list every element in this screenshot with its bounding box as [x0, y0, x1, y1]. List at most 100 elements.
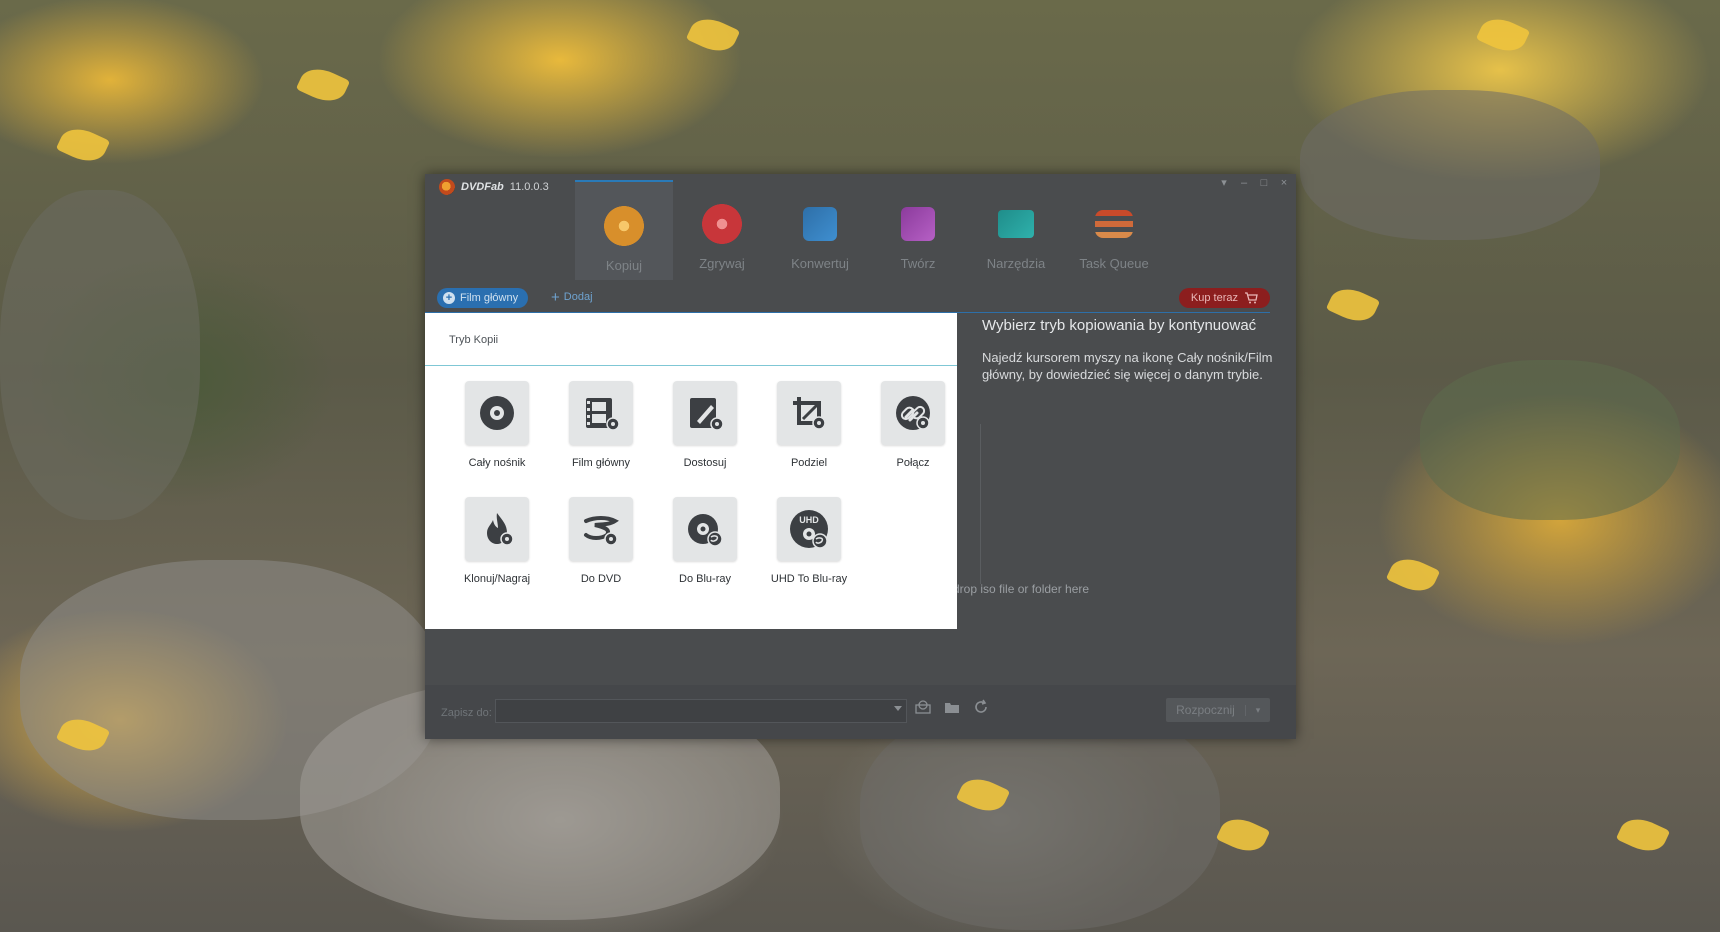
mode-to-bluray[interactable]: Do Blu-ray	[653, 497, 757, 585]
plus-icon: +	[551, 288, 560, 306]
cart-icon	[1245, 292, 1258, 304]
start-label: Rozpocznij	[1176, 703, 1235, 717]
tab-task-queue[interactable]: Task Queue	[1065, 180, 1163, 278]
chevron-down-icon[interactable]: ▾	[1245, 704, 1270, 716]
mode-label: Do DVD	[580, 573, 622, 585]
copy-mode-popup: Tryb Kopii Cały nośnik Film główny Dosto…	[425, 313, 957, 629]
split-icon	[777, 381, 841, 445]
mode-label: Dostosuj	[683, 457, 727, 469]
tools-folder-icon	[998, 210, 1034, 238]
wallpaper-leaf	[1325, 281, 1381, 329]
info-heading: Wybierz tryb kopiowania by kontynuować	[982, 317, 1257, 334]
dvdfab-window: DVDFab 11.0.0.3 ▾ – □ × Kopiuj Zgrywaj K…	[425, 174, 1296, 739]
copy-disc-icon	[604, 206, 644, 246]
tab-label: Task Queue	[1079, 256, 1149, 271]
tab-narzedzia[interactable]: Narzędzia	[967, 180, 1065, 278]
clone-burn-icon	[465, 497, 529, 561]
wallpaper-leaf	[1615, 811, 1671, 859]
mode-merge[interactable]: Połącz	[861, 381, 965, 469]
mode-label: Cały nośnik	[468, 457, 526, 469]
tab-label: Twórz	[900, 256, 936, 271]
mode-label: UHD To Blu-ray	[770, 573, 848, 585]
tab-konwertuj[interactable]: Konwertuj	[771, 180, 869, 278]
mode-customize[interactable]: Dostosuj	[653, 381, 757, 469]
dvdfab-logo-icon	[439, 179, 455, 195]
chevron-down-icon	[894, 706, 902, 711]
mode-to-dvd[interactable]: Do DVD	[549, 497, 653, 585]
to-bluray-icon	[673, 497, 737, 561]
wallpaper-leaf	[1385, 551, 1441, 599]
tab-tworz[interactable]: Twórz	[869, 180, 967, 278]
rip-disc-icon	[702, 204, 742, 244]
convert-film-icon	[803, 207, 837, 241]
sub-toolbar: + Film główny + Dodaj Kup teraz	[425, 286, 1296, 312]
tab-label: Narzędzia	[986, 256, 1046, 271]
start-button[interactable]: Rozpocznij ▾	[1166, 698, 1270, 722]
merge-icon	[881, 381, 945, 445]
to-dvd-icon	[569, 497, 633, 561]
save-to-label: Zapisz do:	[441, 707, 492, 719]
buy-now-button[interactable]: Kup teraz	[1178, 288, 1270, 308]
mode-pill-button[interactable]: + Film główny	[437, 288, 529, 308]
add-label: Dodaj	[563, 291, 593, 303]
mode-label: Podziel	[790, 457, 828, 469]
folder-icon	[945, 703, 959, 713]
tab-label: Zgrywaj	[699, 256, 745, 271]
iso-icon	[915, 700, 931, 714]
mode-split[interactable]: Podziel	[757, 381, 861, 469]
mode-uhd-to-bluray[interactable]: UHD UHD To Blu-ray	[757, 497, 861, 585]
main-movie-icon	[569, 381, 633, 445]
wallpaper-leaf	[55, 121, 111, 169]
buy-label: Kup teraz	[1190, 292, 1238, 304]
wallpaper-rock	[1300, 90, 1600, 240]
tab-kopiuj[interactable]: Kopiuj	[575, 180, 673, 280]
drop-hint: drop iso file or folder here	[953, 582, 1090, 596]
wallpaper-leaf	[685, 11, 741, 59]
task-queue-icon	[1095, 210, 1133, 238]
drop-area-border	[980, 424, 981, 584]
tab-label: Kopiuj	[605, 258, 643, 273]
wallpaper-rock	[0, 190, 200, 520]
close-icon[interactable]: ×	[1278, 177, 1290, 189]
wallpaper-leaf	[1475, 11, 1531, 59]
mode-clone-burn[interactable]: Klonuj/Nagraj	[445, 497, 549, 585]
app-version: 11.0.0.3	[509, 181, 549, 193]
popup-title: Tryb Kopii	[449, 334, 499, 346]
main-toolbar: Kopiuj Zgrywaj Konwertuj Twórz Narzędzia…	[575, 180, 1163, 280]
wallpaper-leaf	[1215, 811, 1271, 859]
window-controls: ▾ – □ ×	[1218, 177, 1290, 189]
app-logo: DVDFab 11.0.0.3	[439, 179, 549, 195]
wallpaper-rock	[1420, 360, 1680, 520]
full-disc-icon	[465, 381, 529, 445]
save-to-dropdown[interactable]	[495, 699, 907, 723]
refresh-icon	[975, 699, 987, 713]
mode-label: Połącz	[896, 457, 930, 469]
uhd-to-bluray-icon: UHD	[777, 497, 841, 561]
customize-icon	[673, 381, 737, 445]
mode-label: Film główny	[571, 457, 631, 469]
menu-dropdown-icon[interactable]: ▾	[1218, 177, 1230, 189]
create-film-icon	[901, 207, 935, 241]
maximize-icon[interactable]: □	[1258, 177, 1270, 189]
tab-label: Konwertuj	[791, 256, 849, 271]
info-text: Najedź kursorem myszy na ikonę Cały nośn…	[982, 350, 1273, 382]
refresh-button[interactable]	[969, 699, 993, 721]
tab-zgrywaj[interactable]: Zgrywaj	[673, 180, 771, 278]
bottom-bar: Zapisz do: Rozpocznij ▾	[425, 685, 1296, 739]
iso-save-button[interactable]	[911, 699, 935, 721]
add-source-button[interactable]: + Dodaj	[551, 288, 593, 306]
app-name: DVDFab	[461, 181, 504, 193]
svg-text:UHD: UHD	[799, 515, 819, 525]
copy-mode-grid: Cały nośnik Film główny Dostosuj Podziel	[445, 381, 965, 585]
mode-main-movie[interactable]: Film główny	[549, 381, 653, 469]
mode-label: Klonuj/Nagraj	[463, 573, 531, 585]
popup-header: Tryb Kopii	[425, 313, 957, 366]
info-panel: Wybierz tryb kopiowania by kontynuować N…	[982, 316, 1282, 383]
mode-label: Do Blu-ray	[679, 573, 731, 585]
mode-pill-label: Film główny	[460, 292, 519, 304]
minimize-icon[interactable]: –	[1238, 177, 1250, 189]
wallpaper-leaf	[295, 61, 351, 109]
mode-full-disc[interactable]: Cały nośnik	[445, 381, 549, 469]
browse-folder-button[interactable]	[940, 699, 964, 721]
plus-icon: +	[443, 292, 455, 304]
